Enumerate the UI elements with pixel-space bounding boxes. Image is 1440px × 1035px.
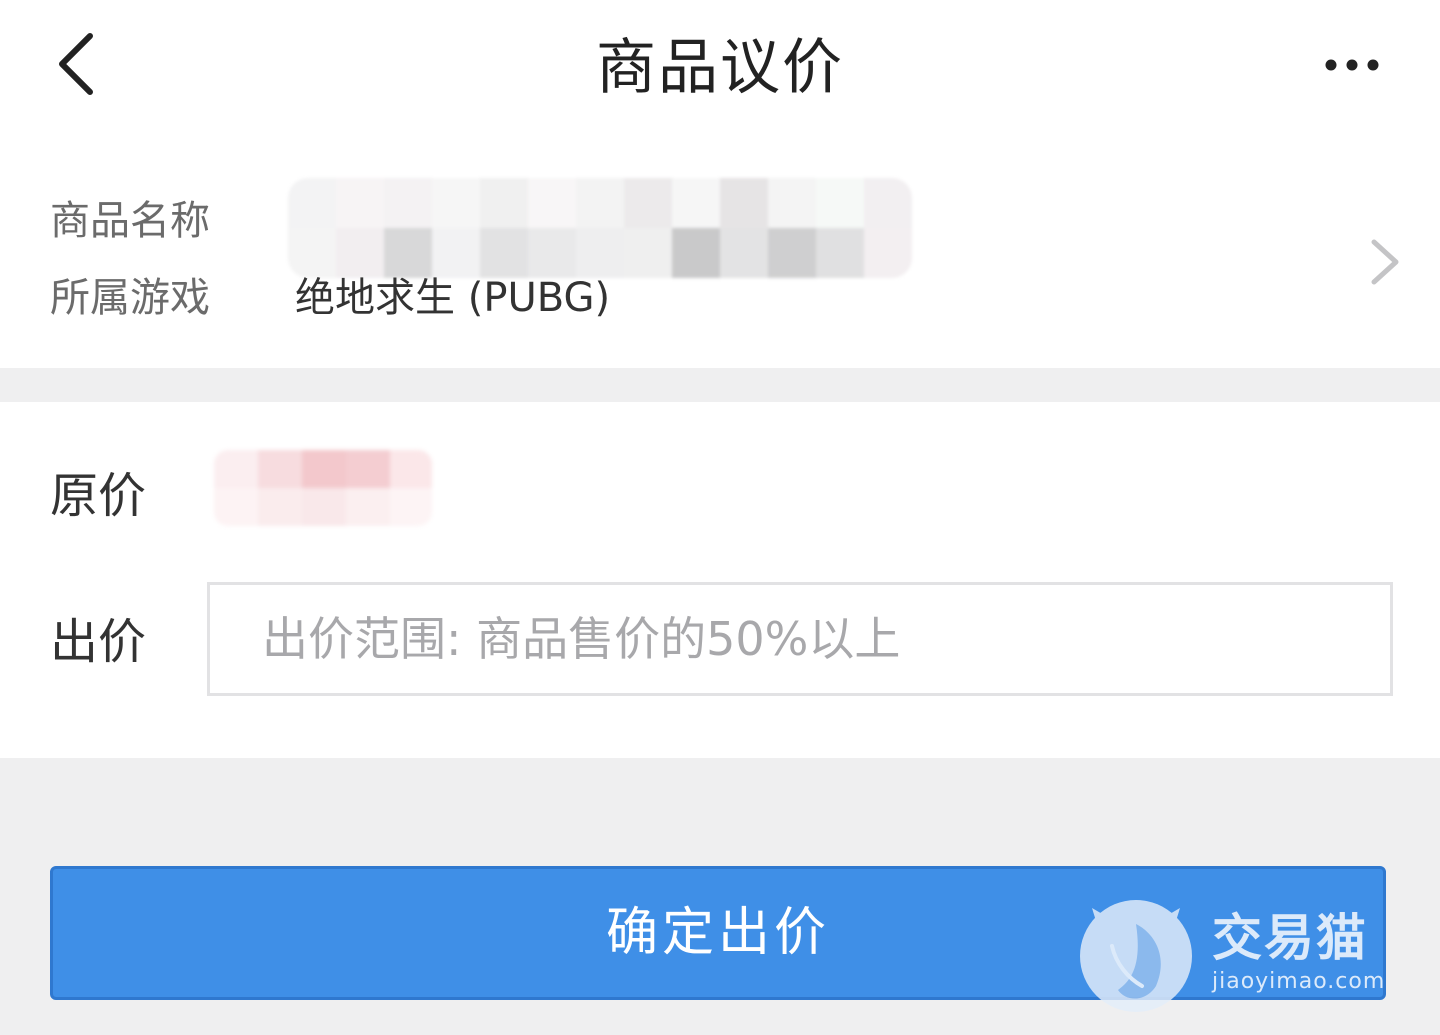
mosaic-cell (480, 228, 528, 278)
mosaic-cell (258, 488, 302, 526)
game-value: 绝地求生 (PUBG) (295, 275, 611, 321)
original-price-redacted (214, 450, 432, 526)
mosaic-cell (214, 450, 258, 488)
mosaic-cell (302, 488, 346, 526)
chevron-right-icon (1371, 239, 1399, 285)
mosaic-cell (528, 228, 576, 278)
mosaic-cell (624, 178, 672, 228)
mosaic-cell (346, 488, 390, 526)
mosaic-cell (390, 488, 432, 526)
page-title: 商品议价 (596, 33, 844, 103)
mosaic-cell (672, 178, 720, 228)
product-name-redacted (288, 178, 912, 278)
mosaic-cell (528, 178, 576, 228)
mosaic-cell (720, 228, 768, 278)
mosaic-cell (768, 228, 816, 278)
section-divider (0, 368, 1440, 402)
bid-label: 出价 (50, 614, 147, 670)
game-label: 所属游戏 (50, 275, 210, 321)
mosaic-cell (384, 178, 432, 228)
bargain-page: 商品议价 商品名称 所属游戏 绝地求生 (PUBG) 原价 出价 确定出价 (0, 0, 1440, 1035)
mosaic-cell (864, 228, 912, 278)
mosaic-cell (768, 178, 816, 228)
more-horizontal-icon (1325, 59, 1379, 71)
bid-input[interactable] (207, 582, 1393, 696)
mosaic-cell (480, 178, 528, 228)
mosaic-cell (432, 178, 480, 228)
mosaic-cell (336, 228, 384, 278)
mosaic-cell (816, 228, 864, 278)
mosaic-cell (258, 450, 302, 488)
mosaic-cell (816, 178, 864, 228)
mosaic-cell (288, 178, 336, 228)
original-price-label: 原价 (50, 468, 147, 524)
mosaic-cell (624, 228, 672, 278)
mosaic-cell (336, 178, 384, 228)
mosaic-cell (346, 450, 390, 488)
mosaic-cell (384, 228, 432, 278)
mosaic-cell (720, 178, 768, 228)
mosaic-cell (214, 488, 258, 526)
mosaic-cell (302, 450, 346, 488)
confirm-bid-button[interactable]: 确定出价 (50, 866, 1386, 1000)
mosaic-cell (672, 228, 720, 278)
mosaic-cell (576, 178, 624, 228)
mosaic-cell (864, 178, 912, 228)
mosaic-cell (288, 228, 336, 278)
product-name-label: 商品名称 (50, 198, 210, 244)
mosaic-cell (390, 450, 432, 488)
price-panel: 原价 出价 (0, 402, 1440, 758)
product-info-card[interactable]: 商品名称 所属游戏 绝地求生 (PUBG) (0, 140, 1440, 368)
mosaic-cell (432, 228, 480, 278)
mosaic-cell (576, 228, 624, 278)
confirm-bid-label: 确定出价 (605, 903, 830, 963)
more-options-button[interactable] (1310, 38, 1400, 92)
top-nav-bar: 商品议价 (0, 0, 1440, 140)
